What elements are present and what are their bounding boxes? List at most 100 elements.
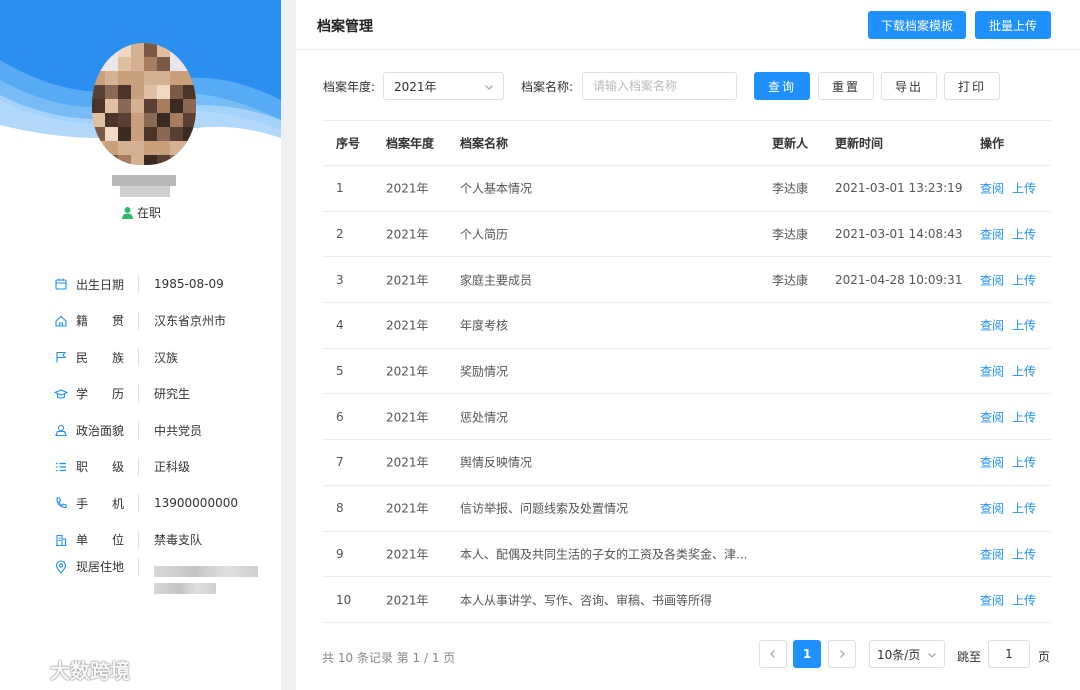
field-divider	[138, 348, 139, 367]
location-icon	[52, 558, 70, 576]
view-link[interactable]: 查阅	[980, 273, 1004, 287]
avatar-pixel	[157, 71, 171, 85]
archive-name-input[interactable]	[582, 72, 737, 100]
avatar-pixel	[157, 155, 171, 165]
avatar-pixel	[92, 71, 106, 85]
row-actions: 查阅 上传	[980, 500, 1044, 517]
row-archive-name: 个人基本情况	[460, 181, 533, 196]
upload-link[interactable]: 上传	[1012, 456, 1036, 470]
avatar-pixel	[105, 43, 119, 57]
page-size-select[interactable]: 10条/页	[869, 640, 945, 668]
row-index: 7	[336, 455, 344, 470]
next-page-button[interactable]	[828, 640, 856, 668]
prev-page-button[interactable]	[759, 640, 787, 668]
party-icon	[52, 421, 70, 439]
upload-link[interactable]: 上传	[1012, 273, 1036, 287]
profile-field-value: 汉东省京州市	[154, 314, 227, 329]
view-link[interactable]: 查阅	[980, 547, 1004, 561]
year-filter-label: 档案年度:	[323, 80, 376, 94]
table-row: 6 2021年 惩处情况 查阅 上传	[322, 394, 1051, 441]
avatar-pixel	[118, 141, 132, 155]
home-icon	[52, 312, 70, 330]
export-button[interactable]: 导出	[881, 72, 937, 100]
field-divider	[138, 275, 139, 294]
row-archive-name: 奖励情况	[460, 364, 509, 379]
view-link[interactable]: 查阅	[980, 410, 1004, 424]
flag-icon	[52, 348, 70, 366]
avatar-pixel	[92, 113, 106, 127]
avatar-pixel	[118, 85, 132, 99]
table-row: 2 2021年 个人简历 李达康 2021-03-01 14:08:43 查阅 上传	[322, 212, 1051, 258]
jump-page-input[interactable]	[988, 640, 1030, 668]
year-select[interactable]: 2021年	[383, 72, 504, 100]
row-year: 2021年	[386, 410, 429, 425]
avatar-pixel	[170, 155, 184, 165]
upload-link[interactable]: 上传	[1012, 228, 1036, 242]
brand-logo-icon	[9, 660, 46, 678]
print-button[interactable]: 打印	[944, 72, 1000, 100]
avatar-pixel	[131, 127, 145, 141]
field-divider	[138, 494, 139, 513]
profile-field-value: 1985-08-09	[154, 277, 224, 292]
page-size-value: 10条/页	[877, 647, 921, 662]
avatar-pixel	[118, 113, 132, 127]
avatar-pixel	[105, 155, 119, 165]
view-link[interactable]: 查阅	[980, 182, 1004, 196]
upload-link[interactable]: 上传	[1012, 365, 1036, 379]
table-row: 7 2021年 舆情反映情况 查阅 上传	[322, 440, 1051, 486]
column-header-name: 档案名称	[460, 136, 509, 151]
graduation-cap-icon	[52, 385, 70, 403]
row-update-time: 2021-03-01 13:23:19	[835, 181, 963, 196]
avatar-pixel	[157, 43, 171, 57]
view-link[interactable]: 查阅	[980, 228, 1004, 242]
upload-link[interactable]: 上传	[1012, 593, 1036, 607]
avatar-pixel	[170, 113, 184, 127]
row-actions: 查阅 上传	[980, 408, 1044, 425]
view-link[interactable]: 查阅	[980, 319, 1004, 333]
profile-field-value: 正科级	[154, 460, 191, 475]
avatar-pixel	[92, 155, 106, 165]
row-archive-name: 惩处情况	[460, 410, 509, 425]
row-index: 3	[336, 272, 344, 287]
view-link[interactable]: 查阅	[980, 456, 1004, 470]
building-icon	[52, 531, 70, 549]
upload-link[interactable]: 上传	[1012, 547, 1036, 561]
upload-link[interactable]: 上传	[1012, 410, 1036, 424]
row-actions: 查阅 上传	[980, 363, 1044, 380]
avatar-pixel	[131, 155, 145, 165]
page-button[interactable]: 1	[793, 640, 821, 668]
profile-field-label: 职 级	[76, 460, 125, 475]
batch-upload-button[interactable]: 批量上传	[975, 11, 1051, 39]
avatar-pixel	[157, 113, 171, 127]
field-divider	[138, 457, 139, 476]
upload-link[interactable]: 上传	[1012, 502, 1036, 516]
phone-icon	[52, 494, 70, 512]
avatar-pixel	[157, 85, 171, 99]
row-year: 2021年	[386, 593, 429, 608]
reset-button[interactable]: 重置	[818, 72, 874, 100]
avatar-pixel	[157, 141, 171, 155]
avatar-pixel	[144, 155, 158, 165]
upload-link[interactable]: 上传	[1012, 319, 1036, 333]
avatar-pixel	[170, 127, 184, 141]
chevron-right-icon	[840, 650, 845, 658]
row-year: 2021年	[386, 547, 429, 562]
upload-link[interactable]: 上传	[1012, 182, 1036, 196]
view-link[interactable]: 查阅	[980, 502, 1004, 516]
profile-field-row: 现居住地	[52, 558, 267, 598]
query-button[interactable]: 查询	[754, 72, 810, 100]
archive-table: 序号 档案年度 档案名称 更新人 更新时间 操作 1 2021年 个人基本情况 李达康…	[322, 120, 1051, 623]
avatar-pixel	[183, 127, 196, 141]
profile-field-row: 单 位 禁毒支队	[52, 522, 267, 559]
filter-bar: 档案年度: 2021年 档案名称: 查询 重置 导出 打印	[323, 72, 1063, 100]
avatar-pixel	[183, 85, 196, 99]
row-archive-name: 本人、配偶及共同生活的子女的工资及各类奖金、津...	[460, 547, 748, 562]
profile-field-label: 出生日期	[76, 277, 125, 292]
row-year: 2021年	[386, 227, 429, 242]
field-divider	[138, 558, 139, 576]
download-template-button[interactable]: 下载档案模板	[868, 11, 966, 39]
table-row: 4 2021年 年度考核 查阅 上传	[322, 303, 1051, 349]
avatar-pixel	[92, 57, 106, 71]
view-link[interactable]: 查阅	[980, 365, 1004, 379]
view-link[interactable]: 查阅	[980, 593, 1004, 607]
